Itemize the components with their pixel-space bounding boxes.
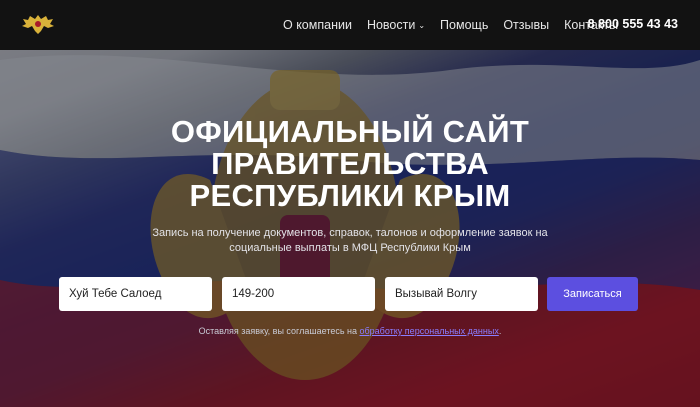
privacy-policy-link[interactable]: обработку персональных данных (360, 326, 499, 336)
title-line-2: ПРАВИТЕЛЬСТВА (211, 146, 489, 181)
main-nav: О компании Новости ⌄ Помощь Отзывы Конта… (283, 0, 633, 50)
consent-end: . (498, 326, 502, 336)
nav-item-label: Новости (366, 18, 416, 32)
nav-item-news[interactable]: Новости ⌄ (367, 18, 425, 32)
phone-input[interactable] (222, 277, 375, 311)
title-line-3: РЕСПУБЛИКИ КРЫМ (189, 178, 511, 213)
consent-note: Оставляя заявку, вы соглашаетесь на обра… (0, 326, 700, 336)
phone-number[interactable]: 8 800 555 43 43 (588, 17, 678, 31)
chevron-down-icon: ⌄ (418, 20, 426, 30)
nav-item-help[interactable]: Помощь (440, 18, 488, 32)
submit-button[interactable]: Записаться (547, 277, 638, 311)
page-title: ОФИЦИАЛЬНЫЙ САЙТ ПРАВИТЕЛЬСТВА РЕСПУБЛИК… (0, 116, 700, 212)
top-navbar: О компании Новости ⌄ Помощь Отзывы Конта… (0, 0, 700, 50)
double-headed-eagle-icon[interactable] (20, 12, 56, 36)
hero-subtitle: Запись на получение документов, справок,… (152, 227, 548, 254)
nav-item-reviews[interactable]: Отзывы (503, 18, 549, 32)
city-input[interactable] (385, 277, 538, 311)
nav-item-label: Отзывы (503, 18, 550, 32)
name-input[interactable] (59, 277, 212, 311)
title-line-1: ОФИЦИАЛЬНЫЙ САЙТ (170, 114, 530, 149)
nav-item-label: О компании (283, 18, 352, 32)
nav-item-label: Помощь (440, 18, 489, 32)
nav-item-about[interactable]: О компании (283, 18, 352, 32)
consent-text: Оставляя заявку, вы соглашаетесь на (198, 326, 360, 336)
